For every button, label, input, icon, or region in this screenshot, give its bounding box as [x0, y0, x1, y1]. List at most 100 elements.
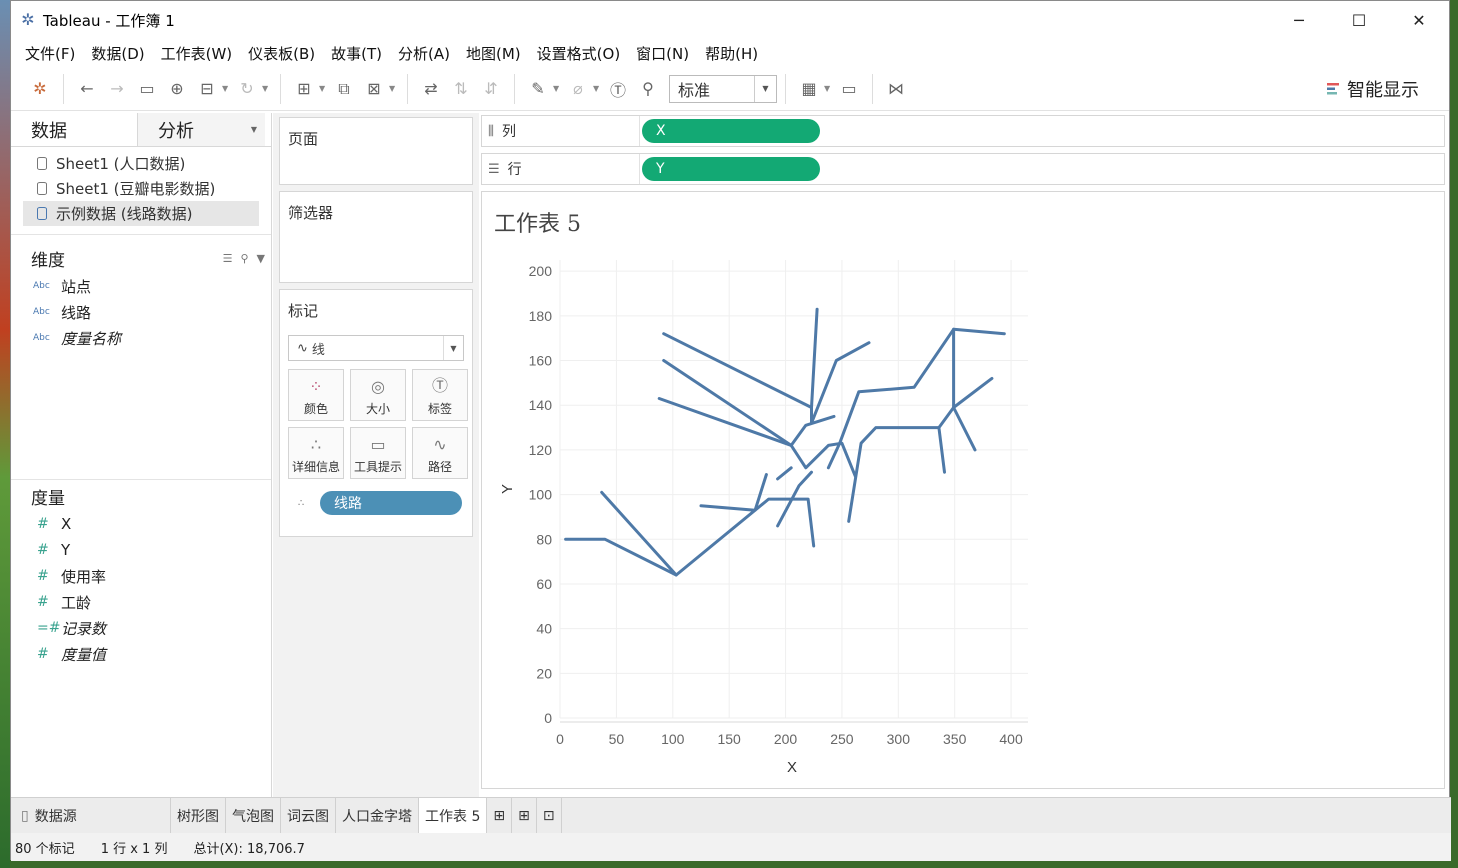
tab-data-label: 数据	[31, 120, 67, 142]
presentation-mode-icon[interactable]: ▭	[834, 74, 864, 104]
menu-map[interactable]: 地图(M)	[458, 43, 529, 64]
share-icon[interactable]: ⋈	[881, 74, 911, 104]
chevron-down-icon[interactable]: ▼	[754, 75, 776, 102]
menu-story[interactable]: 故事(T)	[323, 43, 390, 64]
data-source-item[interactable]: Sheet1 (人口数据)	[11, 151, 271, 176]
measure-field[interactable]: # 工龄	[11, 589, 271, 615]
dimension-field[interactable]: Abc 站点	[11, 273, 271, 299]
clear-sheet-icon[interactable]: ⊠	[359, 74, 389, 104]
label-button[interactable]: Ⓣ 标签	[412, 369, 468, 421]
pin-axes-icon[interactable]: ⚲	[633, 74, 663, 104]
pause-updates-icon[interactable]: ⊟	[192, 74, 222, 104]
close-button[interactable]: ✕	[1389, 1, 1449, 39]
chevron-down-icon[interactable]: ▼	[251, 125, 257, 134]
menu-format[interactable]: 设置格式(O)	[529, 43, 629, 64]
refresh-icon[interactable]: ↻	[232, 74, 262, 104]
data-pane: 数据 分析 ▼ Sheet1 (人口数据) Sheet1 (豆瓣电影数据) 示例数…	[11, 113, 272, 797]
color-icon: ⁘	[309, 377, 323, 396]
y-tick-label: 160	[529, 353, 553, 369]
color-button[interactable]: ⁘ 颜色	[288, 369, 344, 421]
view-list-icon[interactable]: ☰	[223, 252, 233, 265]
measure-field[interactable]: # X	[11, 511, 271, 537]
sort-descending-icon[interactable]: ⇵	[476, 74, 506, 104]
highlight-icon[interactable]: ✎	[523, 74, 553, 104]
undo-icon[interactable]: ←	[72, 74, 102, 104]
show-labels-icon[interactable]: Ⓣ	[603, 74, 633, 104]
menu-worksheet[interactable]: 工作表(W)	[153, 43, 241, 64]
new-data-source-icon[interactable]: ⊕	[162, 74, 192, 104]
dimension-field[interactable]: Abc 线路	[11, 299, 271, 325]
menu-help[interactable]: 帮助(H)	[697, 43, 766, 64]
rows-icon: ☰	[488, 161, 500, 177]
detail-button[interactable]: ∴ 详细信息	[288, 427, 344, 479]
menu-data[interactable]: 数据(D)	[83, 43, 152, 64]
minimize-button[interactable]: ─	[1269, 1, 1329, 39]
chevron-down-icon[interactable]: ▼	[257, 252, 265, 265]
sheet-tab[interactable]: 树形图	[171, 797, 226, 834]
data-source-item-selected[interactable]: 示例数据 (线路数据)	[23, 201, 259, 226]
tooltip-label: 工具提示	[353, 460, 402, 474]
measure-field[interactable]: =# 记录数	[11, 615, 271, 641]
columns-shelf[interactable]: ⫼ 列 X	[481, 115, 1445, 147]
fit-select[interactable]: 标准 ▼	[669, 74, 777, 103]
line-chart[interactable]: 0 50 100 150 200 250 300 350 400 0 20 40 60 80 100 120 1…	[482, 192, 1444, 788]
group-members-icon[interactable]: ⌀	[563, 74, 593, 104]
sheet-tab[interactable]: 词云图	[281, 797, 336, 834]
sheet-tab-label: 词云图	[287, 808, 329, 825]
mark-type-select[interactable]: ∿ 线 ▼	[288, 335, 464, 361]
number-type-icon: #	[37, 516, 49, 532]
show-cards-icon[interactable]: ▦	[794, 74, 824, 104]
chevron-down-icon[interactable]: ▼	[824, 84, 834, 93]
chevron-down-icon[interactable]: ▼	[262, 84, 272, 93]
sheet-tab[interactable]: 气泡图	[226, 797, 281, 834]
path-button[interactable]: ∿ 路径	[412, 427, 468, 479]
sheet-tab-active[interactable]: 工作表 5	[419, 797, 488, 834]
sort-ascending-icon[interactable]: ⇅	[446, 74, 476, 104]
calculated-number-icon: =#	[37, 620, 61, 636]
size-button[interactable]: ◎ 大小	[350, 369, 406, 421]
x-tick-label: 100	[661, 731, 685, 747]
columns-pill[interactable]: X	[642, 119, 820, 143]
dimension-field[interactable]: Abc 度量名称	[11, 325, 271, 351]
database-icon: ▯	[21, 807, 29, 824]
new-worksheet-icon[interactable]: ⊞	[289, 74, 319, 104]
chevron-down-icon[interactable]: ▼	[319, 84, 329, 93]
chevron-down-icon[interactable]: ▼	[389, 84, 399, 93]
maximize-button[interactable]: ☐	[1329, 1, 1389, 39]
sheet-tab[interactable]: 人口金字塔	[336, 797, 419, 834]
redo-icon[interactable]: →	[102, 74, 132, 104]
swap-rows-columns-icon[interactable]: ⇄	[416, 74, 446, 104]
menu-analysis[interactable]: 分析(A)	[390, 43, 458, 64]
smart-show-button[interactable]: 智能显示	[1327, 76, 1419, 102]
new-worksheet-button[interactable]: ⊞	[487, 797, 513, 834]
tab-data[interactable]: 数据	[11, 113, 138, 146]
new-dashboard-button[interactable]: ⊞	[512, 797, 537, 834]
duplicate-sheet-icon[interactable]: ⧉	[329, 74, 359, 104]
rows-shelf[interactable]: ☰ 行 Y	[481, 153, 1445, 185]
filters-card[interactable]: 筛选器	[279, 191, 473, 283]
menu-window[interactable]: 窗口(N)	[628, 43, 697, 64]
tableau-home-icon[interactable]: ✲	[25, 74, 55, 104]
tooltip-button[interactable]: ▭ 工具提示	[350, 427, 406, 479]
chevron-down-icon[interactable]: ▼	[222, 84, 232, 93]
menu-dashboard[interactable]: 仪表板(B)	[240, 43, 323, 64]
mark-field-pill[interactable]: 线路	[320, 491, 462, 515]
x-tick-label: 300	[887, 731, 911, 747]
number-type-icon: #	[37, 594, 49, 610]
measure-field[interactable]: # 度量值	[11, 641, 271, 667]
save-icon[interactable]: ▭	[132, 74, 162, 104]
sum-readout: 总计(X): 18,706.7	[193, 841, 305, 857]
measure-field[interactable]: # Y	[11, 537, 271, 563]
measure-field[interactable]: # 使用率	[11, 563, 271, 589]
chevron-down-icon[interactable]: ▼	[553, 84, 563, 93]
menu-file[interactable]: 文件(F)	[17, 43, 83, 64]
tab-analysis[interactable]: 分析 ▼	[138, 113, 265, 146]
tab-data-source[interactable]: ▯ 数据源	[11, 797, 171, 834]
new-story-button[interactable]: ⊡	[537, 797, 562, 834]
pages-card[interactable]: 页面	[279, 117, 473, 185]
data-source-item[interactable]: Sheet1 (豆瓣电影数据)	[11, 176, 271, 201]
search-icon[interactable]: ⚲	[240, 252, 248, 265]
chevron-down-icon[interactable]: ▼	[443, 336, 463, 360]
rows-pill[interactable]: Y	[642, 157, 820, 181]
chevron-down-icon[interactable]: ▼	[593, 84, 603, 93]
